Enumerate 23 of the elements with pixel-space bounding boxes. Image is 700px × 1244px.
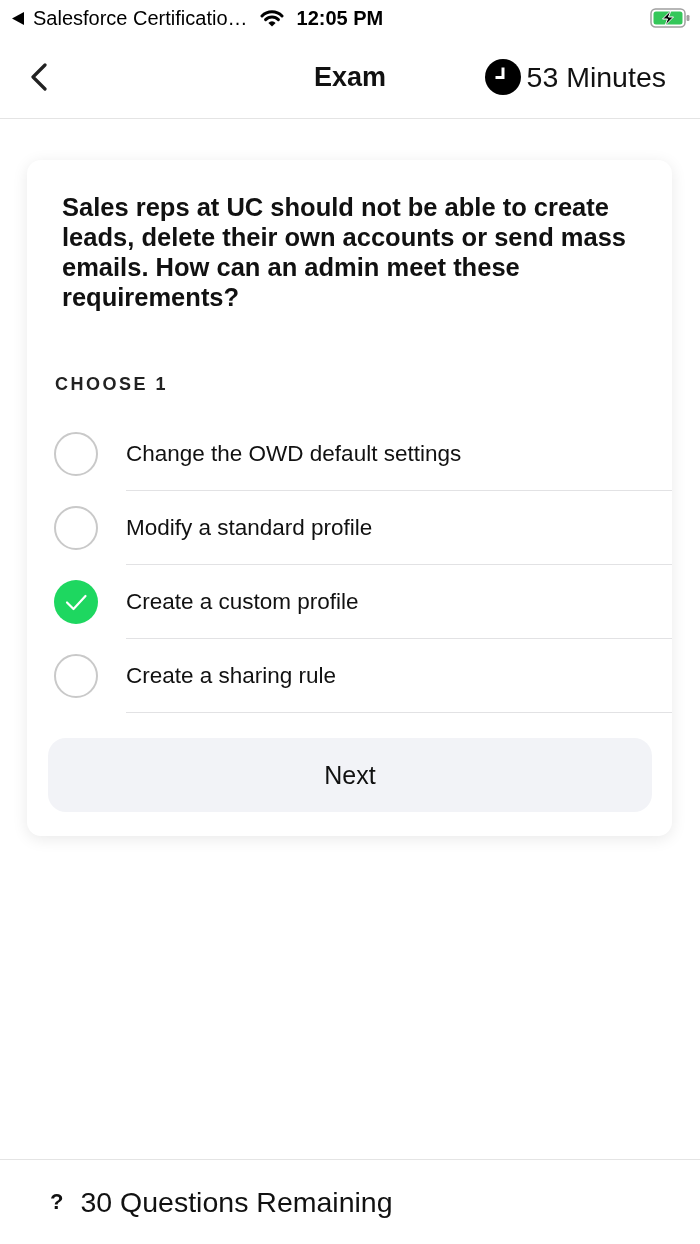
instruction-label: CHOOSE 1 [55, 373, 169, 396]
radio-button[interactable] [54, 506, 98, 550]
question-mark-icon: ? [50, 1189, 64, 1215]
option-label[interactable]: Create a custom profile [126, 565, 672, 639]
remaining-count: 30 Questions Remaining [80, 1185, 393, 1219]
page-title: Exam [313, 61, 387, 93]
option-label[interactable]: Create a sharing rule [126, 639, 672, 713]
radio-button[interactable] [54, 654, 98, 698]
status-time: 12:05 PM [296, 6, 384, 30]
back-button[interactable] [30, 63, 47, 91]
next-button[interactable]: Next [48, 738, 652, 812]
option-label[interactable]: Modify a standard profile [126, 491, 672, 565]
timer-text: 53 Minutes [526, 60, 666, 94]
battery-icon [650, 8, 690, 28]
back-triangle-icon [12, 11, 24, 25]
radio-button[interactable] [54, 432, 98, 476]
radio-button[interactable] [54, 580, 98, 624]
question-text: Sales reps at UC should not be able to create leads, delete their own accounts or send mass emails. How can an admin meet these requirements? [62, 192, 627, 312]
back-to-app-link[interactable]: Salesforce Certificatio… [12, 6, 248, 30]
option-label[interactable]: Change the OWD default settings [126, 417, 672, 491]
wifi-icon [259, 9, 284, 27]
clock-icon [484, 59, 521, 95]
chevron-left-icon [30, 63, 47, 91]
